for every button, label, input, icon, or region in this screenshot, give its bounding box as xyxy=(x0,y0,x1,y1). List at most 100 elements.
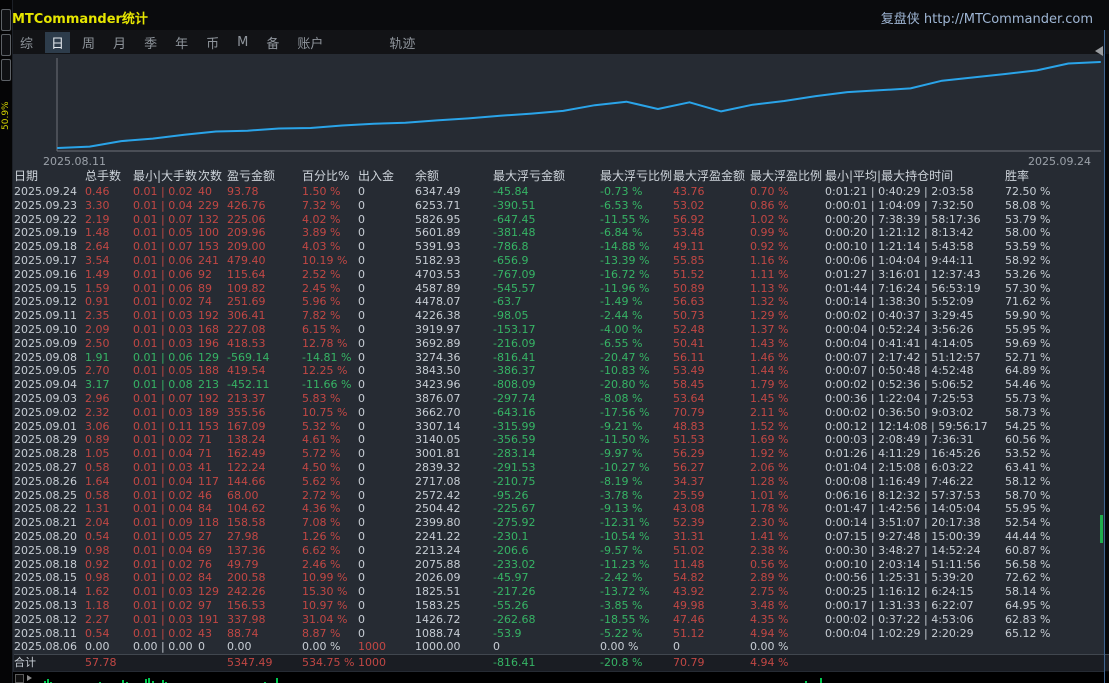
table-row[interactable]: 2025.08.11 0.54 0.01 | 0.02 43 88.74 8.87 % 0 1… xyxy=(14,627,1109,641)
cell-lots: 2.96 xyxy=(85,391,110,405)
cell-balance: 2026.09 xyxy=(415,571,461,585)
cell-pnl: 242.26 xyxy=(227,585,266,599)
cell-lot_minmax: 0.01 | 0.02 xyxy=(133,433,193,447)
table-row[interactable]: 2025.09.12 0.91 0.01 | 0.02 74 251.69 5.96 % 0… xyxy=(14,295,1109,309)
cell-float_profit_pct: 2.30 % xyxy=(750,516,789,530)
column-header[interactable]: 百分比% xyxy=(302,168,358,185)
table-row[interactable]: 2025.09.02 2.32 0.01 | 0.03 189 355.56 10.75 … xyxy=(14,406,1109,420)
column-header[interactable]: 最小|大手数 xyxy=(133,168,198,185)
table-row[interactable]: 2025.09.16 1.49 0.01 | 0.06 92 115.64 2.52 % 0… xyxy=(14,268,1109,282)
cell-pnl: 200.58 xyxy=(227,571,266,585)
cell-pct: 31.04 % xyxy=(302,612,348,626)
cell-date: 2025.08.28 xyxy=(14,447,77,461)
cell-float_profit: 52.39 xyxy=(673,516,705,530)
title-bar: MTCommander统计 复盘侠 http://MTCommander.com xyxy=(0,0,1109,30)
table-row[interactable]: 2025.09.15 1.59 0.01 | 0.06 89 109.82 2.45 % 0… xyxy=(14,282,1109,296)
menu-item-备[interactable]: 备 xyxy=(260,32,285,53)
menu-item-M[interactable]: M xyxy=(231,34,254,51)
menu-item-年[interactable]: 年 xyxy=(169,32,194,53)
cell-float_profit: 51.52 xyxy=(673,267,705,281)
cell-pct: 15.30 % xyxy=(302,585,348,599)
left-tool-button-3[interactable] xyxy=(1,59,11,81)
table-row[interactable]: 2025.08.14 1.62 0.01 | 0.03 129 242.26 15.30 … xyxy=(14,585,1109,599)
cell-date: 2025.08.13 xyxy=(14,598,77,612)
table-row[interactable]: 2025.08.06 0.00 0.00 | 0.00 0 0.00 0.00 % 1000… xyxy=(14,640,1109,654)
menu-item-季[interactable]: 季 xyxy=(138,32,163,53)
cell-count: 43 xyxy=(198,626,212,640)
cell-count: 97 xyxy=(198,598,212,612)
cell-date: 2025.09.01 xyxy=(14,419,77,433)
menu-item-轨迹[interactable]: 轨迹 xyxy=(383,32,421,53)
table-row[interactable]: 2025.09.18 2.64 0.01 | 0.07 153 209.00 4.03 %… xyxy=(14,240,1109,254)
table-row[interactable]: 2025.08.18 0.92 0.01 | 0.02 76 49.79 2.46 % 0 2… xyxy=(14,558,1109,572)
column-header[interactable]: 次数 xyxy=(198,168,227,185)
menu-item-币[interactable]: 币 xyxy=(200,32,225,53)
table-row[interactable]: 2025.08.29 0.89 0.01 | 0.02 71 138.24 4.61 % 0… xyxy=(14,433,1109,447)
left-tool-button-1[interactable] xyxy=(1,9,11,31)
menu-item-月[interactable]: 月 xyxy=(107,32,132,53)
table-row[interactable]: 2025.09.19 1.48 0.01 | 0.05 100 209.96 3.89 %… xyxy=(14,226,1109,240)
menu-item-账户[interactable]: 账户 xyxy=(291,32,329,53)
cell-pnl: 426.76 xyxy=(227,198,266,212)
cell-hold_time: 0:00:14 | 1:38:30 | 5:52:09 xyxy=(825,295,974,309)
table-row[interactable]: 2025.09.23 3.30 0.01 | 0.04 229 426.76 7.32 %… xyxy=(14,199,1109,213)
table-row[interactable]: 2025.08.20 0.54 0.01 | 0.05 27 27.98 1.26 % 0 2… xyxy=(14,530,1109,544)
table-row[interactable]: 2025.09.10 2.09 0.01 | 0.03 168 227.08 6.15 %… xyxy=(14,323,1109,337)
site-link[interactable]: 复盘侠 http://MTCommander.com xyxy=(881,8,1093,27)
table-row[interactable]: 2025.08.25 0.58 0.01 | 0.02 46 68.00 2.72 % 0 2… xyxy=(14,489,1109,503)
cell-win_rate: 52.71 % xyxy=(1005,350,1051,364)
column-header[interactable]: 总手数 xyxy=(85,168,133,185)
column-header[interactable]: 出入金 xyxy=(358,168,415,185)
cell-balance: 3692.89 xyxy=(415,336,461,350)
table-row[interactable]: 2025.09.03 2.96 0.01 | 0.07 192 213.37 5.83 %… xyxy=(14,392,1109,406)
column-header[interactable]: 最大浮盈金额 xyxy=(673,168,750,185)
cell-count: 76 xyxy=(198,557,212,571)
table-row[interactable]: 2025.08.19 0.98 0.01 | 0.04 69 137.36 6.62 % 0… xyxy=(14,544,1109,558)
column-header[interactable]: 最大浮盈比例 xyxy=(750,168,825,185)
cell-win_rate: 55.73 % xyxy=(1005,391,1051,405)
cell-date: 2025.08.14 xyxy=(14,585,77,599)
table-row[interactable]: 2025.09.01 3.06 0.01 | 0.11 153 167.09 5.32 %… xyxy=(14,420,1109,434)
table-row[interactable]: 2025.08.26 1.64 0.01 | 0.04 117 144.66 5.62 %… xyxy=(14,475,1109,489)
cell-date: 2025.08.18 xyxy=(14,557,77,571)
table-row[interactable]: 2025.09.24 0.46 0.01 | 0.02 40 93.78 1.50 % 0 6… xyxy=(14,185,1109,199)
cell-lot_minmax: 0.01 | 0.02 xyxy=(133,295,193,309)
table-row[interactable]: 2025.08.15 0.98 0.01 | 0.02 84 200.58 10.99 %… xyxy=(14,571,1109,585)
table-row[interactable]: 2025.08.28 1.05 0.01 | 0.04 71 162.49 5.72 % 0… xyxy=(14,447,1109,461)
menu-item-综[interactable]: 综 xyxy=(14,32,39,53)
table-row[interactable]: 2025.09.08 1.91 0.01 | 0.06 129 -569.14 -14.8… xyxy=(14,351,1109,365)
cell-float_loss_pct: 0.00 % xyxy=(600,640,639,654)
menu-item-周[interactable]: 周 xyxy=(76,32,101,53)
column-header[interactable]: 胜率 xyxy=(1005,168,1109,185)
table-row[interactable]: 2025.09.05 2.70 0.01 | 0.05 188 419.54 12.25 … xyxy=(14,364,1109,378)
menu-item-日[interactable]: 日 xyxy=(45,31,71,53)
left-tool-button-2[interactable] xyxy=(1,34,11,56)
table-row[interactable]: 2025.09.17 3.54 0.01 | 0.06 241 479.40 10.19 … xyxy=(14,254,1109,268)
cell-float_profit_pct: 0.00 % xyxy=(750,640,789,654)
column-header[interactable]: 日期 xyxy=(14,168,85,185)
table-row[interactable]: 2025.09.09 2.50 0.01 | 0.03 196 418.53 12.78 … xyxy=(14,337,1109,351)
column-header[interactable]: 余额 xyxy=(415,168,493,185)
table-row[interactable]: 2025.08.21 2.04 0.01 | 0.09 118 158.58 7.08 %… xyxy=(14,516,1109,530)
cell-lots: 0.54 xyxy=(85,626,110,640)
cell-balance: 4587.89 xyxy=(415,281,461,295)
table-row[interactable]: 2025.08.13 1.18 0.01 | 0.02 97 156.53 10.97 %… xyxy=(14,599,1109,613)
table-row[interactable]: 2025.08.22 1.31 0.01 | 0.04 84 104.62 4.36 % 0… xyxy=(14,502,1109,516)
cell-balance: 2572.42 xyxy=(415,488,461,502)
scroll-left-arrow-icon[interactable] xyxy=(1095,46,1103,56)
table-row[interactable]: 2025.08.27 0.58 0.01 | 0.03 41 122.24 4.50 % 0… xyxy=(14,461,1109,475)
table-row[interactable]: 2025.09.04 3.17 0.01 | 0.08 213 -452.11 -11.6… xyxy=(14,378,1109,392)
equity-line xyxy=(57,61,1101,149)
column-header[interactable]: 最小|平均|最大持仓时间 xyxy=(825,168,1005,185)
cell-lots: 0.54 xyxy=(85,529,110,543)
table-row[interactable]: 2025.08.12 2.27 0.01 | 0.03 191 337.98 31.04 … xyxy=(14,613,1109,627)
cell-float_loss_pct: -6.53 % xyxy=(600,198,643,212)
column-header[interactable]: 最大浮亏比例 xyxy=(600,168,673,185)
cell-pct: -14.81 % xyxy=(302,350,352,364)
cell-float_loss: -816.41 xyxy=(493,656,536,669)
column-header[interactable]: 盈亏金额 xyxy=(227,168,302,185)
table-row[interactable]: 2025.09.11 2.35 0.01 | 0.03 192 306.41 7.82 %… xyxy=(14,309,1109,323)
cell-float_profit_pct: 1.16 % xyxy=(750,253,789,267)
table-row[interactable]: 2025.09.22 2.19 0.01 | 0.07 132 225.06 4.02 %… xyxy=(14,213,1109,227)
column-header[interactable]: 最大浮亏金额 xyxy=(493,168,600,185)
